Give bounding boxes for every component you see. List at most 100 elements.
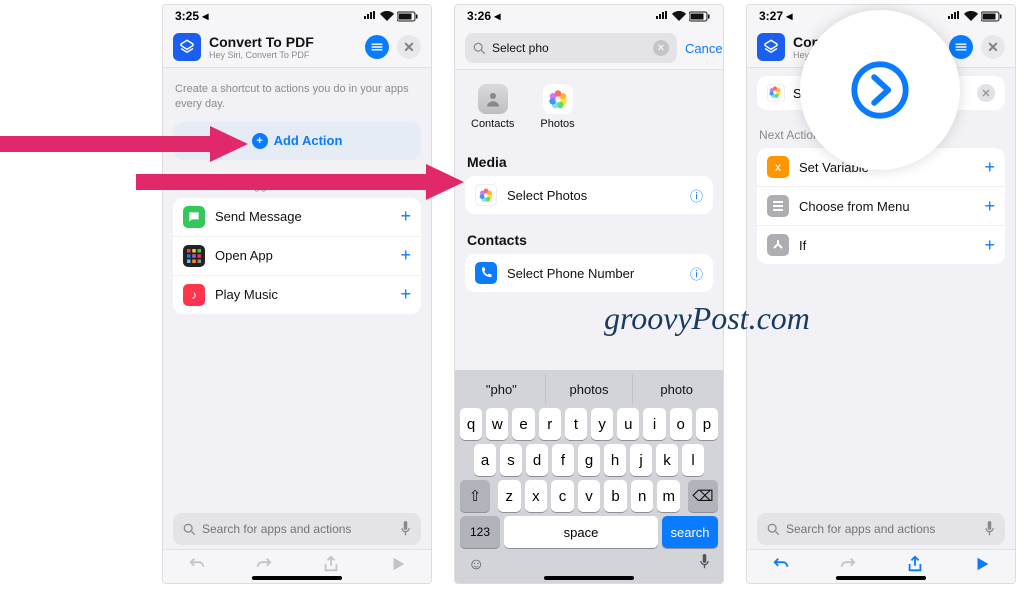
redo-button[interactable]: [255, 555, 273, 578]
emoji-key[interactable]: ☺: [468, 556, 484, 574]
search-input[interactable]: [786, 522, 978, 536]
prediction[interactable]: "pho": [458, 374, 546, 404]
key-e[interactable]: e: [512, 408, 534, 440]
key-b[interactable]: b: [604, 480, 627, 512]
key-c[interactable]: c: [551, 480, 574, 512]
music-icon: ♪: [183, 284, 205, 306]
play-button[interactable]: [973, 555, 991, 578]
key-s[interactable]: s: [500, 444, 522, 476]
add-icon[interactable]: +: [984, 196, 995, 217]
chip-remove-icon[interactable]: ✕: [977, 84, 995, 102]
dictate-key[interactable]: [699, 554, 710, 575]
clear-icon[interactable]: ✕: [653, 40, 669, 56]
close-button[interactable]: ✕: [397, 35, 421, 59]
key-v[interactable]: v: [578, 480, 601, 512]
key-g[interactable]: g: [578, 444, 600, 476]
backspace-key[interactable]: ⌫: [688, 480, 718, 512]
select-photos-row[interactable]: Select Photos ⓘ: [465, 176, 713, 214]
add-icon[interactable]: +: [984, 235, 995, 256]
key-o[interactable]: o: [670, 408, 692, 440]
key-i[interactable]: i: [643, 408, 665, 440]
numbers-key[interactable]: 123: [460, 516, 500, 548]
suggestion-row[interactable]: Open App +: [173, 237, 421, 276]
key-q[interactable]: q: [460, 408, 482, 440]
header-title: Convert To PDF: [209, 34, 314, 50]
info-icon[interactable]: ⓘ: [690, 264, 703, 283]
category-row: Contacts Photos: [455, 70, 723, 136]
search-input[interactable]: [492, 41, 647, 55]
status-time: 3:25 ◂: [175, 9, 208, 23]
search-key[interactable]: search: [662, 516, 718, 548]
search-input[interactable]: [202, 522, 394, 536]
prediction[interactable]: photo: [633, 374, 720, 404]
cancel-button[interactable]: Cancel: [685, 41, 724, 56]
key-z[interactable]: z: [498, 480, 521, 512]
select-phone-row[interactable]: Select Phone Number ⓘ: [465, 254, 713, 292]
row-label: Select Phone Number: [507, 266, 680, 281]
suggestion-row[interactable]: If +: [757, 226, 1005, 264]
add-icon[interactable]: +: [400, 245, 411, 266]
key-f[interactable]: f: [552, 444, 574, 476]
status-indicators: [363, 11, 419, 22]
category-photos[interactable]: Photos: [540, 84, 574, 130]
play-button[interactable]: [389, 555, 407, 578]
add-icon[interactable]: +: [984, 157, 995, 178]
space-key[interactable]: space: [504, 516, 658, 548]
key-h[interactable]: h: [604, 444, 626, 476]
category-contacts[interactable]: Contacts: [471, 84, 514, 130]
close-button[interactable]: ✕: [981, 35, 1005, 59]
suggestions-list: Send Message + Open App + ♪ Play Music +: [173, 198, 421, 314]
share-button[interactable]: [322, 555, 340, 578]
key-j[interactable]: j: [630, 444, 652, 476]
mic-icon[interactable]: [400, 521, 411, 537]
phone-icon: [475, 262, 497, 284]
key-p[interactable]: p: [696, 408, 718, 440]
settings-button[interactable]: [365, 35, 389, 59]
screen-1: 3:25 ◂ Convert To PDF Hey Siri, Convert …: [162, 4, 432, 584]
mic-icon[interactable]: [984, 521, 995, 537]
suggestion-label: Send Message: [215, 209, 390, 224]
key-x[interactable]: x: [525, 480, 548, 512]
search-bar[interactable]: [757, 513, 1005, 545]
key-r[interactable]: r: [539, 408, 561, 440]
search-field[interactable]: ✕: [465, 33, 677, 63]
key-a[interactable]: a: [474, 444, 496, 476]
prediction-bar: "pho" photos photo: [458, 374, 720, 404]
status-indicators: [947, 11, 1003, 22]
prediction[interactable]: photos: [546, 374, 634, 404]
share-button[interactable]: [906, 555, 924, 578]
info-icon[interactable]: ⓘ: [690, 186, 703, 205]
shift-key[interactable]: ⇧: [460, 480, 490, 512]
undo-button[interactable]: [772, 555, 790, 578]
photos-icon: [767, 84, 785, 102]
key-t[interactable]: t: [565, 408, 587, 440]
suggestion-label: Choose from Menu: [799, 199, 974, 214]
contacts-section-label: Contacts: [467, 232, 711, 248]
header: Convert To PDF Hey Siri, Convert To PDF …: [163, 27, 431, 68]
key-w[interactable]: w: [486, 408, 508, 440]
key-k[interactable]: k: [656, 444, 678, 476]
redo-button[interactable]: [839, 555, 857, 578]
key-n[interactable]: n: [631, 480, 654, 512]
keyboard: "pho" photos photo qwertyuiop asdfghjkl …: [455, 370, 723, 583]
key-l[interactable]: l: [682, 444, 704, 476]
header-title-block: Convert To PDF Hey Siri, Convert To PDF: [209, 34, 314, 60]
home-indicator: [544, 576, 634, 580]
key-u[interactable]: u: [617, 408, 639, 440]
watermark: groovyPost.com: [604, 300, 810, 337]
add-icon[interactable]: +: [400, 284, 411, 305]
photos-icon: [475, 184, 497, 206]
key-m[interactable]: m: [657, 480, 680, 512]
key-y[interactable]: y: [591, 408, 613, 440]
search-bar[interactable]: [173, 513, 421, 545]
photos-icon: [543, 84, 573, 114]
suggestion-row[interactable]: Choose from Menu +: [757, 187, 1005, 226]
status-time: 3:26 ◂: [467, 9, 500, 23]
suggestion-row[interactable]: ♪ Play Music +: [173, 276, 421, 314]
shortcut-app-icon: [757, 33, 785, 61]
suggestion-label: Open App: [215, 248, 390, 263]
add-icon[interactable]: +: [400, 206, 411, 227]
undo-button[interactable]: [188, 555, 206, 578]
add-action-label: Add Action: [274, 133, 343, 148]
key-d[interactable]: d: [526, 444, 548, 476]
